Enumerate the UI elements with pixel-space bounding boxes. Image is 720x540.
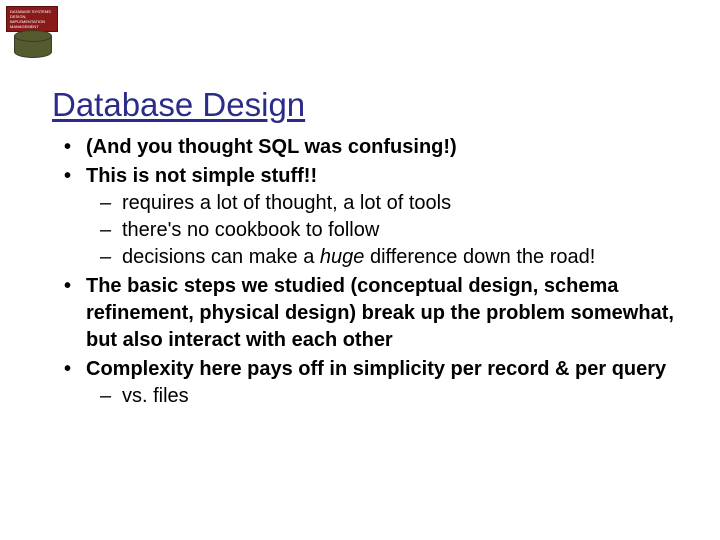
sub-bullet-list: requires a lot of thought, a lot of tool…	[86, 190, 680, 271]
sub-bullet-item: requires a lot of thought, a lot of tool…	[122, 190, 680, 217]
logo-cylinder-top	[14, 30, 52, 42]
logo-text: DATABASE SYSTEMS DESIGN, IMPLEMENTATION …	[7, 7, 57, 31]
sub-bullet-text: requires a lot of thought, a lot of tool…	[122, 192, 451, 214]
bullet-text: (And you thought SQL was confusing!)	[86, 136, 457, 158]
sub-bullet-text-pre: decisions can make a	[122, 246, 320, 268]
sub-bullet-text-em: huge	[320, 246, 365, 268]
bullet-text: The basic steps we studied (conceptual d…	[86, 275, 674, 351]
bullet-item: The basic steps we studied (conceptual d…	[86, 273, 680, 354]
sub-bullet-text: there's no cookbook to follow	[122, 219, 379, 241]
sub-bullet-item: decisions can make a huge difference dow…	[122, 244, 680, 271]
bullet-list: (And you thought SQL was confusing!) Thi…	[52, 134, 680, 410]
sub-bullet-text: vs. files	[122, 385, 189, 407]
slide-title: Database Design	[52, 86, 680, 124]
sub-bullet-text-post: difference down the road!	[364, 246, 595, 268]
slide-content: Database Design (And you thought SQL was…	[52, 86, 680, 412]
bullet-text: This is not simple stuff!!	[86, 165, 317, 187]
bullet-item: This is not simple stuff!! requires a lo…	[86, 163, 680, 271]
logo-box: DATABASE SYSTEMS DESIGN, IMPLEMENTATION …	[6, 6, 58, 32]
sub-bullet-item: there's no cookbook to follow	[122, 217, 680, 244]
logo: DATABASE SYSTEMS DESIGN, IMPLEMENTATION …	[6, 6, 68, 56]
bullet-item: Complexity here pays off in simplicity p…	[86, 356, 680, 410]
bullet-text: Complexity here pays off in simplicity p…	[86, 358, 666, 380]
sub-bullet-list: vs. files	[86, 383, 680, 410]
sub-bullet-item: vs. files	[122, 383, 680, 410]
bullet-item: (And you thought SQL was confusing!)	[86, 134, 680, 161]
